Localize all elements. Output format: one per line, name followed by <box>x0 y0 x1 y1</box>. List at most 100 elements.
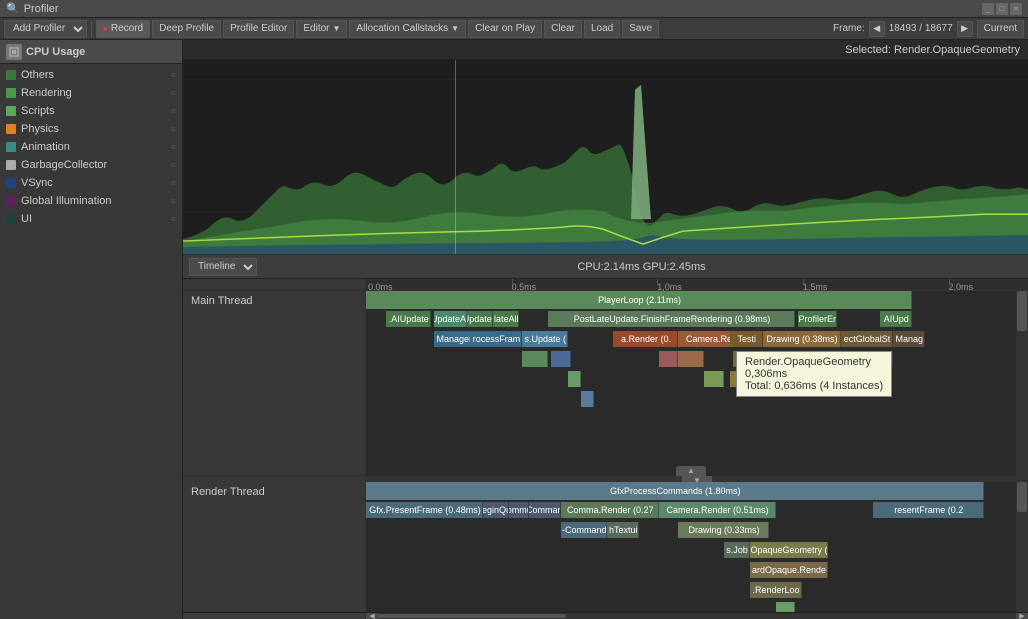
sidebar-item-scripts[interactable]: Scripts ≡ <box>0 102 182 120</box>
thread-block-10[interactable]: s.Update ( <box>522 331 568 347</box>
deep-profile-button[interactable]: Deep Profile <box>152 20 221 38</box>
thread-block-15[interactable]: ectGlobalSt <box>841 331 893 347</box>
thread-block-10[interactable]: Drawing (0.33ms) <box>678 522 769 538</box>
thread-block-6[interactable]: Camera.Render (0.51ms) <box>659 502 776 518</box>
thread-block-21[interactable] <box>568 371 581 387</box>
drag-handle-gi[interactable]: ≡ <box>171 196 176 206</box>
horizontal-scrollbar[interactable]: ◀ ▶ <box>183 612 1028 619</box>
sidebar-item-vsync[interactable]: VSync ≡ <box>0 174 182 192</box>
sidebar-item-gi[interactable]: Global Illumination ≡ <box>0 192 182 210</box>
thread-block-5[interactable]: Comma.Render (0.27 <box>561 502 659 518</box>
thread-block-19[interactable] <box>522 351 548 367</box>
main-thread-content[interactable]: PlayerLoop (2.11ms) .AIUpdateUpdateAnUpda… <box>366 291 1016 476</box>
title-bar-text: Profiler <box>24 3 59 15</box>
clear-button[interactable]: Clear <box>544 20 582 38</box>
sidebar-item-rendering[interactable]: Rendering ≡ <box>0 84 182 102</box>
cpu-icon <box>6 44 22 60</box>
thread-block-24[interactable] <box>678 351 704 367</box>
render-thread-scroll-thumb[interactable] <box>1017 482 1027 512</box>
thread-block-8[interactable]: -Command <box>561 522 607 538</box>
thread-block-7[interactable]: resentFrame (0.2 <box>873 502 984 518</box>
h-scrollbar-thumb[interactable] <box>366 614 566 618</box>
clear-on-play-button[interactable]: Clear on Play <box>468 20 542 38</box>
thread-block-0[interactable]: PlayerLoop (2.11ms) <box>366 291 912 309</box>
thread-block-7[interactable]: AIUpd <box>880 311 913 327</box>
thread-block-15[interactable] <box>776 602 796 612</box>
load-button[interactable]: Load <box>584 20 620 38</box>
selected-bar: Selected: Render.OpaqueGeometry <box>183 40 1028 60</box>
timeline-select[interactable]: Timeline <box>189 258 257 276</box>
add-profiler-dropdown[interactable]: Add Profiler <box>4 20 87 38</box>
thread-block-5[interactable]: PostLateUpdate.FinishFrameRendering (0.9… <box>548 311 795 327</box>
tick-4 <box>949 279 950 285</box>
chart-area[interactable]: 4ms (250FPS) 1ms (1000FPS) <box>183 60 1028 255</box>
maximize-button[interactable]: □ <box>996 3 1008 15</box>
sidebar-item-others[interactable]: Others ≡ <box>0 66 182 84</box>
drag-handle-rendering[interactable]: ≡ <box>171 88 176 98</box>
current-button[interactable]: Current <box>977 20 1024 38</box>
thread-block-14[interactable]: Drawing (0.38ms) <box>763 331 841 347</box>
thread-block-13[interactable]: ardOpaque.Rende <box>750 562 828 578</box>
thread-area: 0.0ms 0,5ms 1,0ms 1,5ms 2,0ms Main Threa… <box>183 279 1028 619</box>
scroll-left-button[interactable]: ◀ <box>366 613 378 619</box>
scroll-right-button[interactable]: ▶ <box>1016 613 1028 619</box>
drag-handle-gc[interactable]: ≡ <box>171 160 176 170</box>
editor-button[interactable]: Editor ▼ <box>296 20 347 38</box>
allocation-callstacks-button[interactable]: Allocation Callstacks ▼ <box>349 20 466 38</box>
next-frame-button[interactable]: ▶ <box>957 21 973 37</box>
thread-block-25[interactable] <box>704 371 724 387</box>
sidebar-item-gc[interactable]: GarbageCollector ≡ <box>0 156 182 174</box>
thread-block-3[interactable]: ommu <box>509 502 529 518</box>
thread-block-6[interactable]: ProfilerEn <box>798 311 837 327</box>
close-button[interactable]: × <box>1010 3 1022 15</box>
profile-editor-button[interactable]: Profile Editor <box>223 20 294 38</box>
drag-handle-others[interactable]: ≡ <box>171 70 176 80</box>
tooltip-line3: Total: 0,636ms (4 Instances) <box>745 380 883 392</box>
main-thread-collapse[interactable]: ▲ <box>676 466 706 476</box>
thread-block-3[interactable]: UpdateA <box>467 311 493 327</box>
thread-block-9[interactable]: rocessFram <box>470 331 522 347</box>
sidebar-item-ui[interactable]: UI ≡ <box>0 210 182 228</box>
thread-block-8[interactable]: Manager <box>434 331 473 347</box>
main-thread-scrollbar[interactable] <box>1016 291 1028 475</box>
tooltip-line2: 0,306ms <box>745 368 883 380</box>
render-thread-content[interactable]: GfxProcessCommands (1.80ms) Gfx.PresentFr… <box>366 482 1016 612</box>
minimize-button[interactable]: _ <box>982 3 994 15</box>
tick-1 <box>512 279 513 285</box>
thread-block-9[interactable]: hTextui <box>607 522 640 538</box>
color-dot-others <box>6 70 16 80</box>
render-thread-label: Render Thread <box>183 482 366 611</box>
thread-block-16[interactable]: Manag <box>893 331 926 347</box>
drag-handle-vsync[interactable]: ≡ <box>171 178 176 188</box>
thread-block-22[interactable] <box>581 391 594 407</box>
thread-block-2[interactable]: eginQu <box>483 502 509 518</box>
prev-frame-button[interactable]: ◀ <box>869 21 885 37</box>
thread-block-23[interactable] <box>659 351 679 367</box>
drag-handle-scripts[interactable]: ≡ <box>171 106 176 116</box>
save-button[interactable]: Save <box>622 20 659 38</box>
thread-block-11[interactable]: s.Job <box>724 542 750 558</box>
thread-block-13[interactable]: Testi <box>730 331 763 347</box>
thread-block-1[interactable]: Gfx.PresentFrame (0.48ms) <box>366 502 483 518</box>
thread-block-1[interactable]: .AIUpdate <box>386 311 432 327</box>
main-thread-scroll-thumb[interactable] <box>1017 291 1027 331</box>
tick-2 <box>657 279 658 285</box>
thread-block-4[interactable]: lateAll <box>493 311 519 327</box>
drag-handle-physics[interactable]: ≡ <box>171 124 176 134</box>
drag-handle-ui[interactable]: ≡ <box>171 214 176 224</box>
thread-block-11[interactable]: a.Render (0. <box>613 331 678 347</box>
thread-block-2[interactable]: UpdateAn <box>434 311 467 327</box>
thread-block-0[interactable]: GfxProcessCommands (1.80ms) <box>366 482 984 500</box>
selected-info-text: Selected: Render.OpaqueGeometry <box>845 44 1020 56</box>
record-button[interactable]: ● Record <box>96 20 150 38</box>
sidebar-item-physics[interactable]: Physics ≡ <box>0 120 182 138</box>
sidebar-item-label-others: Others <box>21 69 54 81</box>
thread-block-20[interactable] <box>551 351 571 367</box>
sidebar-item-animation[interactable]: Animation ≡ <box>0 138 182 156</box>
thread-block-4[interactable]: Commani <box>529 502 562 518</box>
render-thread-scrollbar[interactable] <box>1016 482 1028 611</box>
drag-handle-animation[interactable]: ≡ <box>171 142 176 152</box>
thread-block-14[interactable]: .RenderLoo <box>750 582 802 598</box>
h-scrollbar-track[interactable]: ◀ ▶ <box>366 613 1028 619</box>
thread-block-12[interactable]: OpaqueGeometry ( <box>750 542 828 558</box>
